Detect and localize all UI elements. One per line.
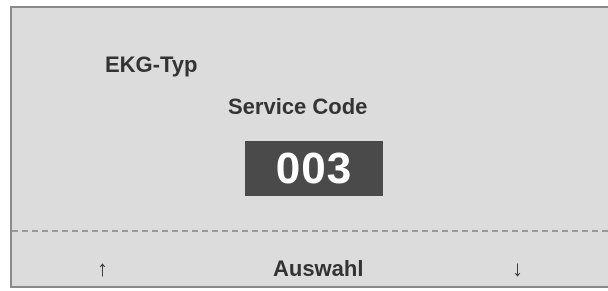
service-code-value[interactable]: 003 [245,141,383,196]
field-label: Service Code [228,94,368,119]
down-arrow-icon[interactable]: ↓ [512,256,523,282]
device-screen: EKG-Typ Service Code 003 ↑ Auswahl ↓ [10,6,608,288]
softkey-divider [12,230,608,232]
menu-title: EKG-Typ [105,52,198,77]
up-arrow-icon[interactable]: ↑ [97,256,108,282]
select-button[interactable]: Auswahl [273,256,363,282]
